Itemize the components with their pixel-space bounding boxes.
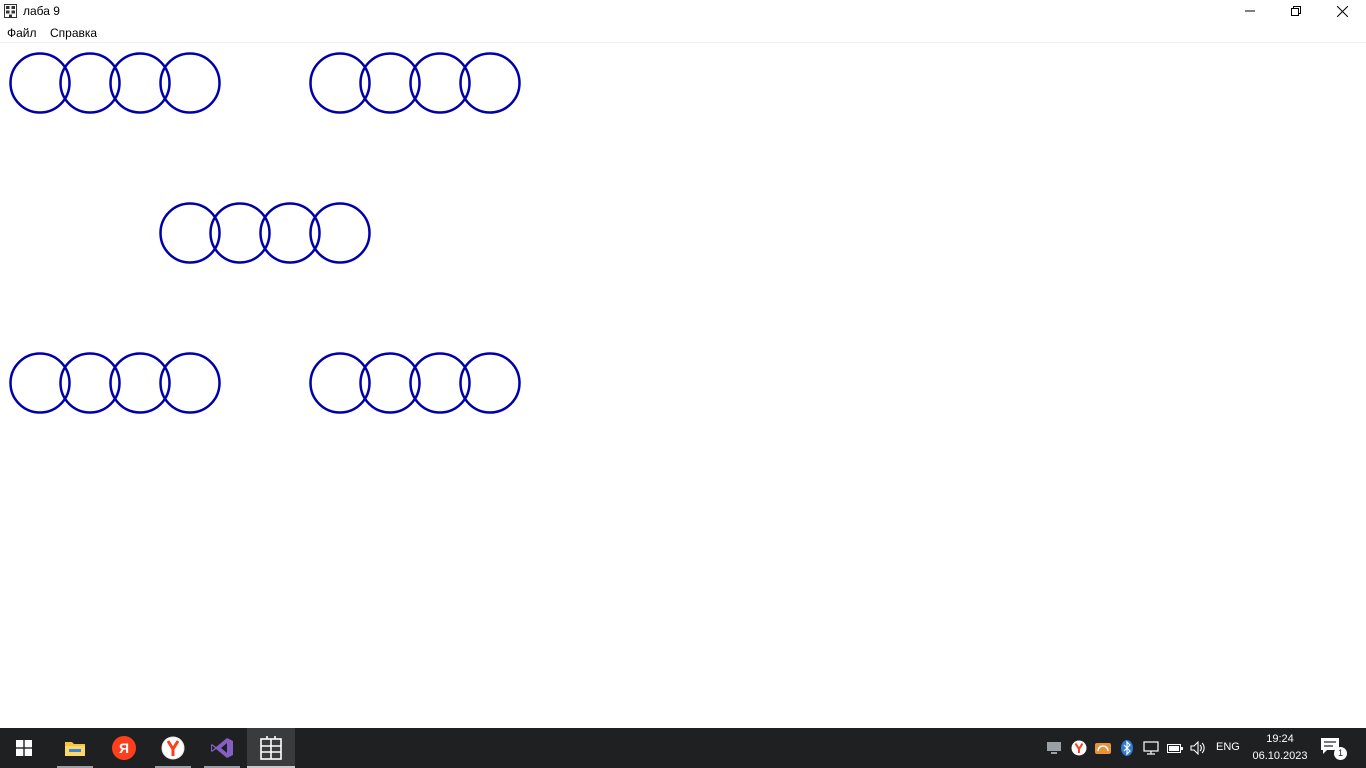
building-grid-icon xyxy=(260,736,282,760)
title-bar[interactable]: лаба 9 xyxy=(0,0,1366,22)
battery-icon xyxy=(1167,744,1183,753)
tray-bluetooth[interactable] xyxy=(1119,740,1135,756)
taskbar-yandex[interactable]: Я xyxy=(100,728,148,768)
building-grid-icon xyxy=(4,4,17,18)
tray-battery[interactable] xyxy=(1167,740,1183,756)
language-indicator[interactable]: ENG xyxy=(1216,741,1240,753)
restore-button[interactable] xyxy=(1273,0,1319,22)
network-icon xyxy=(1143,741,1159,755)
yandex-browser-icon xyxy=(161,736,185,760)
visual-studio-icon xyxy=(211,738,233,758)
yandex-icon: Я xyxy=(112,736,136,760)
circle-chain xyxy=(159,202,371,264)
circle-chain xyxy=(9,352,221,414)
start-icon xyxy=(16,740,32,756)
restore-icon xyxy=(1291,6,1301,16)
drawing-canvas xyxy=(9,52,521,414)
taskbar-yandex-browser[interactable] xyxy=(149,728,197,768)
file-explorer-icon xyxy=(65,742,85,756)
disk-icon xyxy=(1095,743,1111,754)
taskbar-lab9-app[interactable] xyxy=(247,728,295,768)
monitor-icon xyxy=(1047,742,1061,754)
circle-layer xyxy=(9,52,521,414)
tray-monitor[interactable] xyxy=(1046,740,1062,756)
window-title: лаба 9 xyxy=(23,4,60,18)
notification-count-badge: 1 xyxy=(1334,747,1347,760)
app-window: лаба 9 Файл Справка xyxy=(0,0,1366,728)
start-button[interactable] xyxy=(0,728,48,768)
yandex-browser-icon xyxy=(1071,740,1087,756)
close-icon xyxy=(1336,5,1348,17)
circle-chain xyxy=(9,52,221,114)
taskbar-visual-studio[interactable] xyxy=(198,728,246,768)
circle-chain xyxy=(309,352,521,414)
svg-text:Я: Я xyxy=(119,740,129,756)
tray-disk[interactable] xyxy=(1095,740,1111,756)
clock[interactable]: 19:24 06.10.2023 xyxy=(1250,731,1310,765)
clock-time: 19:24 xyxy=(1266,733,1294,745)
menu-file[interactable]: Файл xyxy=(7,26,37,40)
notification-center-button[interactable]: 1 xyxy=(1320,737,1347,761)
taskbar-file-explorer[interactable] xyxy=(51,728,99,768)
taskbar: Я ENG 19:24 06.10.2023 1 xyxy=(0,728,1366,768)
tray-volume[interactable] xyxy=(1190,740,1206,756)
circle-chain xyxy=(309,52,521,114)
menu-bar: Файл Справка xyxy=(0,22,1366,43)
minimize-icon xyxy=(1245,10,1255,12)
close-button[interactable] xyxy=(1319,0,1365,22)
tray-network[interactable] xyxy=(1143,740,1159,756)
tray-yandex-browser[interactable] xyxy=(1071,740,1087,756)
clock-date: 06.10.2023 xyxy=(1252,750,1308,762)
bluetooth-icon xyxy=(1121,740,1133,756)
volume-icon xyxy=(1190,741,1205,755)
minimize-button[interactable] xyxy=(1227,0,1273,22)
menu-help[interactable]: Справка xyxy=(50,26,97,40)
